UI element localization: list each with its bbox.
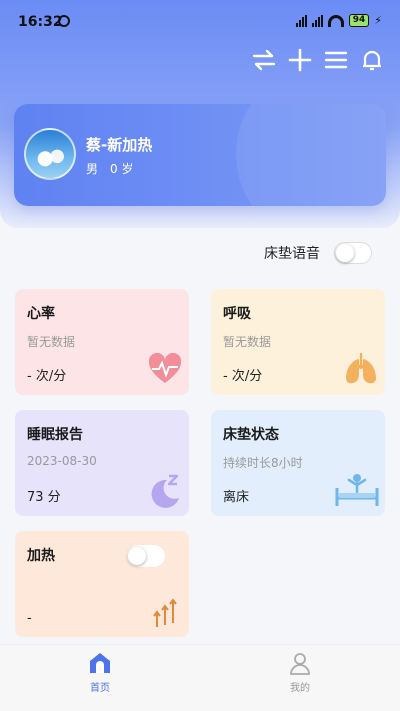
switch-icon[interactable] <box>252 48 276 72</box>
mattress-status-card[interactable]: 床垫状态 持续时长8小时 离床 <box>211 410 385 516</box>
moon-icon <box>147 472 183 508</box>
mattress-status-title: 床垫状态 <box>223 427 279 443</box>
signal-icon-2 <box>311 14 323 27</box>
status-time: 16:32 <box>18 14 63 30</box>
mattress-status-value: 离床 <box>223 490 250 505</box>
heating-title: 加热 <box>27 548 55 564</box>
heart-rate-title: 心率 <box>27 306 55 322</box>
sleep-report-date: 2023-08-30 <box>27 454 97 468</box>
card-decoration <box>236 104 386 206</box>
tab-mine[interactable]: 我的 <box>260 651 340 694</box>
person-icon <box>288 651 312 675</box>
header-actions <box>252 48 384 72</box>
heart-icon <box>147 351 183 387</box>
mattress-voice-label: 床垫语音 <box>264 246 320 262</box>
profile-meta: 男 0 岁 <box>86 160 133 177</box>
add-icon[interactable] <box>288 48 312 72</box>
profile-card[interactable]: 蔡-新加热 男 0 岁 <box>14 104 386 206</box>
heating-card[interactable]: 加热 - <box>15 531 189 637</box>
signal-icon <box>295 14 307 27</box>
status-bar: 16:32 94 ⚡ <box>0 0 400 44</box>
avatar[interactable] <box>24 128 76 180</box>
sleep-report-score: 73 分 <box>27 490 61 505</box>
heat-arrows-icon <box>151 593 179 629</box>
battery-icon: 94 <box>348 14 370 27</box>
sleep-report-card[interactable]: 睡眠报告 2023-08-30 73 分 <box>15 410 189 516</box>
heart-rate-card[interactable]: 心率 暂无数据 - 次/分 <box>15 289 189 395</box>
heart-rate-subtitle: 暂无数据 <box>27 335 76 349</box>
breathing-card[interactable]: 呼吸 暂无数据 - 次/分 <box>211 289 385 395</box>
sleep-report-title: 睡眠报告 <box>27 427 83 443</box>
breathing-title: 呼吸 <box>223 306 251 322</box>
toggle-knob <box>128 547 146 565</box>
bell-icon[interactable] <box>360 48 384 72</box>
tab-home-label: 首页 <box>90 683 110 694</box>
breathing-subtitle: 暂无数据 <box>223 335 272 349</box>
charging-icon: ⚡ <box>374 14 382 27</box>
profile-age: 0 岁 <box>110 162 134 176</box>
mattress-voice-toggle[interactable] <box>334 242 372 264</box>
profile-gender: 男 <box>86 162 99 176</box>
bottom-tab-bar: 首页 我的 <box>0 644 400 711</box>
tab-mine-label: 我的 <box>290 683 310 694</box>
menu-icon[interactable] <box>324 48 348 72</box>
toggle-knob <box>336 244 354 262</box>
mattress-voice-row: 床垫语音 <box>264 242 372 264</box>
heating-toggle[interactable] <box>127 545 165 567</box>
alarm-icon <box>58 15 70 27</box>
bed-person-icon <box>335 472 379 508</box>
breathing-value: - 次/分 <box>223 369 263 384</box>
mattress-status-duration: 持续时长8小时 <box>223 456 303 470</box>
heating-value: - <box>27 611 32 626</box>
status-indicators: 94 ⚡ <box>295 14 382 27</box>
tab-home[interactable]: 首页 <box>60 651 140 694</box>
home-icon <box>88 651 112 675</box>
lungs-icon <box>343 351 379 387</box>
wifi-icon <box>327 14 344 27</box>
heart-rate-value: - 次/分 <box>27 369 67 384</box>
profile-name: 蔡-新加热 <box>86 136 153 154</box>
